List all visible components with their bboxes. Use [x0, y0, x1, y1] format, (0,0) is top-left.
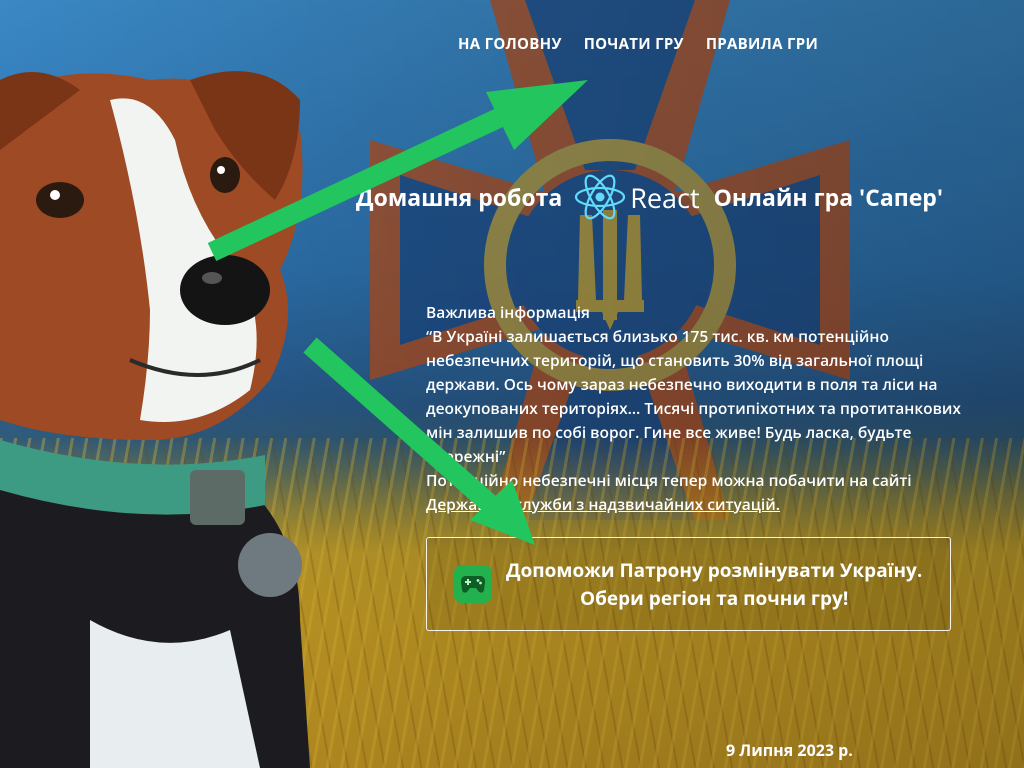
cta-text: Допоможи Патрону розмінувати Україну. Об… — [506, 556, 922, 612]
important-info: Важлива інформація “В Україні залишаєтьс… — [426, 300, 966, 516]
info-quote: “В Україні залишається близько 175 тис. … — [426, 325, 961, 467]
react-icon — [575, 174, 626, 220]
nav-home-link[interactable]: НА ГОЛОВНУ — [458, 34, 562, 54]
react-logo-text: React — [630, 178, 700, 216]
info-heading: Важлива інформація — [426, 301, 590, 323]
nav-start-game-link[interactable]: ПОЧАТИ ГРУ — [584, 34, 684, 54]
title-game: Онлайн гра 'Сапер' — [713, 181, 943, 213]
nav-rules-link[interactable]: ПРАВИЛА ГРИ — [706, 34, 818, 54]
cta-line-2: Обери регіон та почни гру! — [579, 585, 849, 611]
title-homework: Домашня робота — [356, 181, 563, 213]
main-nav: НА ГОЛОВНУ ПОЧАТИ ГРУ ПРАВИЛА ГРИ — [458, 34, 818, 54]
page-title: Домашня робота React Онлайн гра 'Сапер' — [356, 172, 1016, 222]
date-label: 9 Липня 2023 р. — [726, 739, 853, 761]
sses-link[interactable]: Державної служби з надзвичайних ситуацій… — [426, 493, 780, 515]
react-logo: React — [574, 173, 700, 221]
info-note: Потенційно небезпечні місця тепер можна … — [426, 468, 966, 516]
info-note-text: Потенційно небезпечні місця тепер можна … — [426, 469, 912, 491]
patron-dog-illustration — [0, 71, 310, 768]
cta-line-1: Допоможи Патрону розмінувати Україну. — [506, 557, 923, 583]
start-game-cta[interactable]: Допоможи Патрону розмінувати Україну. Об… — [426, 537, 951, 631]
gamepad-icon — [454, 565, 492, 603]
